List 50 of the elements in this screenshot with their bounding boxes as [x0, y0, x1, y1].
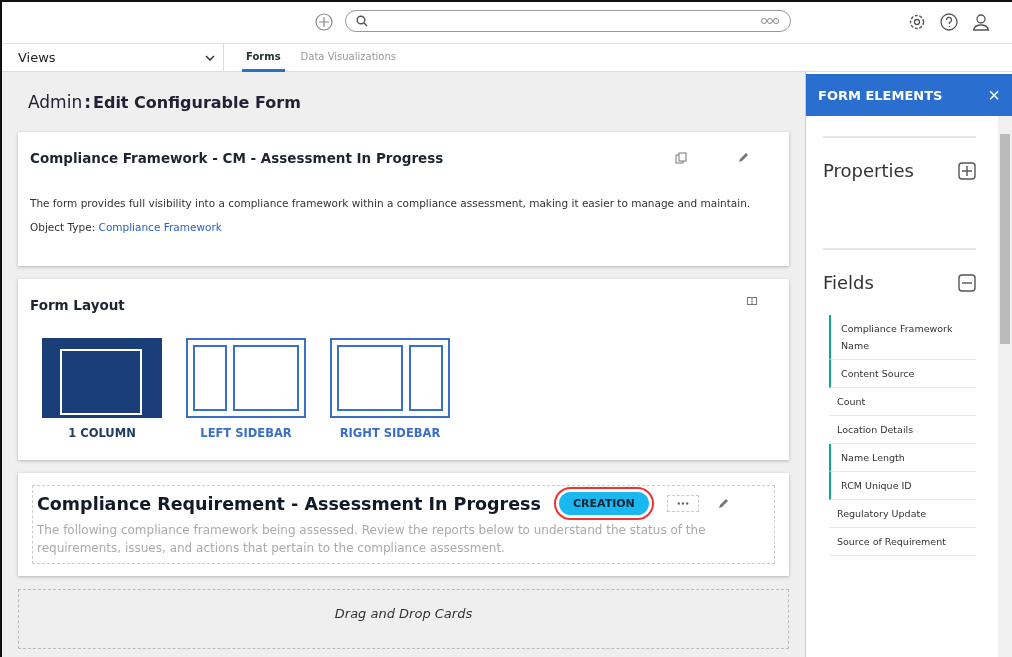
section-title: Compliance Requirement - Assessment In Progress — [37, 493, 541, 514]
field-item[interactable]: Count — [829, 388, 976, 416]
group-title: Fields — [823, 272, 874, 293]
layout-title: Form Layout — [30, 297, 125, 313]
more-icon[interactable] — [666, 495, 699, 512]
layout-label: RIGHT SIDEBAR — [339, 426, 441, 440]
panel-title: FORM ELEMENTS — [818, 87, 943, 103]
form-description: The form provides full visibility into a compliance framework within a compliance assessment, making it easier to manage and maintain. — [30, 197, 752, 209]
layout-icon — [330, 338, 450, 418]
layout-label: 1 COLUMN — [68, 426, 136, 440]
field-item[interactable]: Content Source — [829, 360, 976, 388]
section-description: The following compliance framework being assessed. Review the reports below to understand the status of the requirements, issues, and actions that pertain to the compliance assessment. — [37, 522, 707, 557]
page-title: Edit Configurable Form — [93, 92, 301, 112]
field-item[interactable]: RCM Unique ID — [829, 472, 976, 500]
collapse-icon[interactable] — [958, 273, 976, 292]
layout-icon — [42, 338, 162, 418]
layout-label: LEFT SIDEBAR — [200, 426, 292, 440]
form-title: Compliance Framework - CM - Assessment In Progress — [30, 150, 444, 166]
options-icon[interactable] — [760, 17, 780, 25]
edit-icon[interactable] — [716, 497, 729, 510]
nav-tab[interactable]: Forms — [242, 44, 285, 72]
breadcrumb-separator: : — [84, 92, 91, 112]
breadcrumb[interactable]: Admin — [28, 92, 83, 112]
field-item[interactable]: Name Length — [829, 444, 976, 472]
edit-icon[interactable] — [737, 152, 749, 164]
search-icon — [356, 15, 368, 27]
object-type-label: Object Type: — [30, 221, 96, 233]
views-label: Views — [18, 50, 56, 65]
layout-option[interactable]: 1 COLUMN — [42, 338, 162, 440]
copy-icon[interactable] — [675, 152, 687, 164]
field-item[interactable]: Location Details — [829, 416, 976, 444]
scrollbar-thumb[interactable] — [1000, 134, 1010, 344]
views-dropdown[interactable]: Views — [2, 44, 224, 71]
object-type-link[interactable]: Compliance Framework — [98, 221, 222, 233]
layout-option[interactable]: RIGHT SIDEBAR — [330, 338, 450, 440]
layout-icon — [186, 338, 306, 418]
help-icon[interactable] — [940, 13, 958, 31]
close-button[interactable]: × — [988, 83, 1000, 107]
expand-icon[interactable] — [958, 161, 976, 180]
add-icon[interactable] — [315, 13, 333, 31]
layout-option[interactable]: LEFT SIDEBAR — [186, 338, 306, 440]
user-icon[interactable] — [972, 13, 990, 31]
field-item[interactable]: Compliance Framework Name — [829, 315, 976, 360]
field-item[interactable]: Regulatory Update — [829, 500, 976, 528]
chevron-down-icon — [205, 54, 215, 61]
drop-zone-label: Drag and Drop Cards — [334, 606, 473, 623]
columns-icon[interactable] — [747, 297, 757, 305]
field-item[interactable]: Source of Requirement — [829, 528, 976, 556]
settings-icon[interactable] — [908, 13, 926, 31]
group-title: Properties — [823, 160, 914, 181]
